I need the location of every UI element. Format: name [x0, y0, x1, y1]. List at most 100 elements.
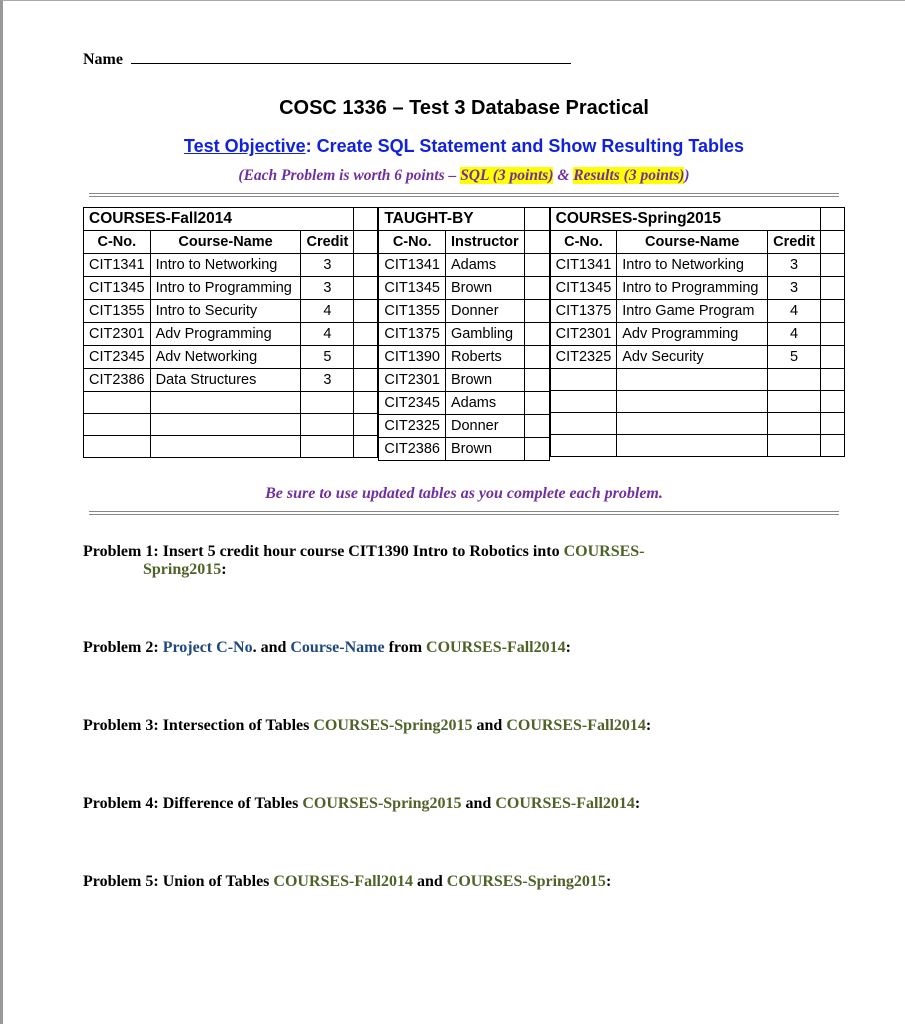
problem-text: Problem 5: Union of Tables: [83, 873, 273, 890]
table-row: [550, 413, 844, 435]
cell: CIT1375: [379, 323, 446, 346]
problem-colon: :: [606, 873, 611, 890]
cell: Gambling: [445, 323, 524, 346]
cell: CIT2345: [379, 392, 446, 415]
cell: Data Structures: [150, 369, 301, 392]
column-header: C-No.: [379, 231, 446, 254]
table-ref: COURSES-: [564, 543, 645, 560]
spacer-cell: [524, 346, 549, 369]
cell: 4: [301, 300, 354, 323]
scoring-suffix: ): [684, 167, 689, 184]
spacer-cell: [524, 415, 549, 438]
table-row: CIT1375Intro Game Program4: [550, 300, 844, 323]
table-row: CIT1341Adams: [379, 254, 549, 277]
cell: [617, 369, 768, 391]
spacer-cell: [524, 438, 549, 461]
spacer-cell: [821, 254, 845, 277]
table-ref-cont: Spring2015: [143, 561, 221, 578]
cell: CIT2301: [550, 323, 617, 346]
spacer-cell: [821, 323, 845, 346]
problem-colon: :: [566, 639, 571, 656]
table-ref: COURSES-Spring2015: [302, 795, 461, 812]
cell: CIT1355: [379, 300, 446, 323]
cell: Adv Security: [617, 346, 768, 369]
cell: CIT2386: [84, 369, 151, 392]
spacer-cell: [524, 369, 549, 392]
cell: Donner: [445, 300, 524, 323]
divider-top: [89, 193, 839, 197]
table-row: CIT2345Adams: [379, 392, 549, 415]
table-title-fall2014: COURSES-Fall2014: [84, 208, 354, 231]
cell: 5: [301, 346, 354, 369]
table-ref: COURSES-Spring2015: [447, 873, 606, 890]
problem-text: and: [462, 795, 496, 812]
cell: [150, 414, 301, 436]
cell: CIT2386: [379, 438, 446, 461]
spacer-cell: [354, 414, 378, 436]
cell: Roberts: [445, 346, 524, 369]
main-title: COSC 1336 – Test 3 Database Practical: [83, 97, 845, 120]
spacer-cell: [524, 392, 549, 415]
cell: [150, 392, 301, 414]
problem-colon: :: [635, 795, 640, 812]
cell: Adv Programming: [617, 323, 768, 346]
column-header: Course-Name: [150, 231, 301, 254]
cell: [84, 414, 151, 436]
cell: CIT2325: [379, 415, 446, 438]
objective-text: : Create SQL Statement and Show Resultin…: [306, 136, 744, 156]
cell: [617, 435, 768, 457]
spacer-cell: [354, 208, 378, 231]
cell: CIT1341: [550, 254, 617, 277]
problem-text: Problem 4: Difference of Tables: [83, 795, 302, 812]
cell: [301, 436, 354, 458]
table-ref: COURSES-Fall2014: [426, 639, 566, 656]
table-taughtby: TAUGHT-BY C-No. Instructor CIT1341Adams …: [378, 207, 549, 461]
table-row: [84, 414, 378, 436]
cell: CIT1390: [379, 346, 446, 369]
cell: [150, 436, 301, 458]
field-ref: Project C-No: [163, 639, 253, 656]
cell: [550, 413, 617, 435]
table-row: CIT2301Adv Programming4: [84, 323, 378, 346]
problem-5: Problem 5: Union of Tables COURSES-Fall2…: [83, 873, 845, 891]
cell: CIT1345: [379, 277, 446, 300]
cell: [550, 435, 617, 457]
spacer-cell: [821, 300, 845, 323]
cell: 3: [301, 254, 354, 277]
cell: 4: [301, 323, 354, 346]
table-row: CIT1341Intro to Networking3: [84, 254, 378, 277]
scoring-results-highlight: Results (3 points): [573, 167, 684, 184]
cell: [550, 369, 617, 391]
spacer-cell: [354, 231, 378, 254]
table-row: [84, 392, 378, 414]
name-label: Name: [83, 51, 123, 68]
cell: CIT2325: [550, 346, 617, 369]
table-spring2015: COURSES-Spring2015 C-No. Course-Name Cre…: [550, 207, 845, 457]
table-row: [550, 391, 844, 413]
table-row: CIT2345Adv Networking5: [84, 346, 378, 369]
spacer-cell: [354, 254, 378, 277]
scoring-amp: &: [553, 167, 573, 184]
cell: Brown: [445, 277, 524, 300]
cell: 3: [301, 277, 354, 300]
problem-text: Problem 3: Intersection of Tables: [83, 717, 313, 734]
table-row: CIT2301Adv Programming4: [550, 323, 844, 346]
table-row: CIT2386Brown: [379, 438, 549, 461]
cell: CIT2345: [84, 346, 151, 369]
table-ref: COURSES-Fall2014: [495, 795, 635, 812]
cell: CIT1355: [84, 300, 151, 323]
table-row: CIT1355Intro to Security4: [84, 300, 378, 323]
spacer-cell: [524, 208, 549, 231]
cell: [768, 369, 821, 391]
column-header: C-No.: [84, 231, 151, 254]
cell: Adv Networking: [150, 346, 301, 369]
name-field-row: Name: [83, 51, 845, 69]
cell: Intro to Networking: [617, 254, 768, 277]
cell: [768, 391, 821, 413]
problem-4: Problem 4: Difference of Tables COURSES-…: [83, 795, 845, 813]
table-ref: COURSES-Fall2014: [506, 717, 646, 734]
cell: Brown: [445, 369, 524, 392]
cell: Intro to Programming: [617, 277, 768, 300]
cell: Brown: [445, 438, 524, 461]
spacer-cell: [524, 231, 549, 254]
